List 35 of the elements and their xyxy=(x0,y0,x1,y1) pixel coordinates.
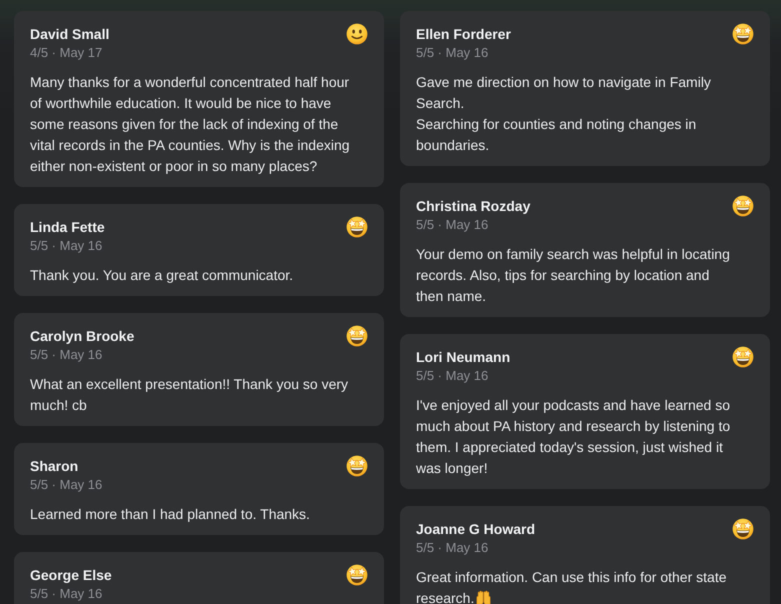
review-meta: 5/5 · May 16 xyxy=(416,367,490,385)
star-struck-face-icon xyxy=(732,518,754,540)
star-struck-face-icon xyxy=(346,216,368,238)
review-comment: Thank you. You are a great communicator. xyxy=(30,266,294,285)
review-meta: 5/5 · May 16 xyxy=(30,346,104,364)
review-meta: 4/5 · May 17 xyxy=(30,44,104,62)
review-meta: 5/5 · May 16 xyxy=(30,585,104,603)
review-comment: I've enjoyed all your podcasts and have learned so much about PA history and research by listening to them. I appreciated today's session, just wished it was longer! xyxy=(416,396,732,478)
reviewer-name: Linda Fette xyxy=(30,218,105,236)
review-meta: 5/5 · May 16 xyxy=(30,237,104,255)
slightly-smiling-face-icon xyxy=(346,23,368,45)
review-comment: Great information. Can use this info for other state research. xyxy=(416,569,726,604)
review-meta: 5/5 · May 16 xyxy=(416,44,490,62)
star-struck-face-icon xyxy=(732,195,754,217)
star-struck-face-icon xyxy=(346,564,368,586)
reviewer-name: David Small xyxy=(30,25,110,43)
review-meta: 5/5 · May 16 xyxy=(416,539,490,557)
review-comment: Your demo on family search was helpful in locating records. Also, tips for searching by location and then name. xyxy=(416,245,731,306)
star-struck-face-icon xyxy=(732,23,754,45)
reviewer-name: Ellen Forderer xyxy=(416,25,511,43)
star-struck-face-icon xyxy=(732,346,754,368)
star-struck-face-icon xyxy=(346,325,368,347)
review-comment: What an excellent presentation!! Thank you so very much! cb xyxy=(30,375,350,415)
reviewer-name: Carolyn Brooke xyxy=(30,327,134,345)
review-comment: Gave me direction on how to navigate in Family Search. Searching for counties and noting changes in boundaries. xyxy=(416,73,712,155)
review-comment: Learned more than I had planned to. Thanks. xyxy=(30,505,311,524)
reviewer-name: Joanne G Howard xyxy=(416,520,536,538)
reviewer-name: Lori Neumann xyxy=(416,348,510,366)
review-meta: 5/5 · May 16 xyxy=(416,216,490,234)
review-comment: Many thanks for a wonderful concentrated half hour of worthwhile education. It would be nice to have some reasons given for the lack of indexing of the vital records in the PA counties. Why is the indexing either non-existent or poor in so many places? xyxy=(30,73,351,176)
review-meta: 5/5 · May 16 xyxy=(30,476,102,494)
reviewer-name: Sharon xyxy=(30,457,80,475)
reviewer-name: George Else xyxy=(30,566,112,584)
reviewer-name: Christina Rozday xyxy=(416,197,530,215)
star-struck-face-icon xyxy=(346,455,368,477)
